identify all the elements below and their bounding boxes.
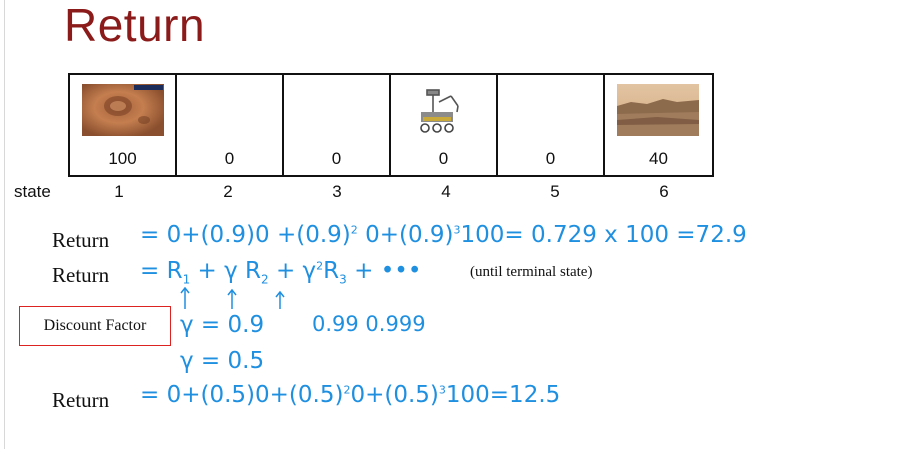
reward-value: 0 [438,149,449,168]
eq1-part: 0+(0.9) [365,222,454,248]
eq3-part: = 0+(0.5)0+(0.5) [140,382,344,408]
state-cell-1: 100 [70,75,177,175]
exponent: 3 [453,223,461,237]
return-label: Return [52,228,110,252]
reward-value: 0 [545,149,556,168]
left-border [4,0,5,449]
state-number: 2 [223,182,233,201]
gamma-value-0-9: γ = 0.9 [180,312,265,338]
return-equation-gamma-0-5: = 0+(0.5)0+(0.5)20+(0.5)3100=12.5 [140,382,560,408]
exponent: 2 [350,223,358,237]
reward-value: 0 [331,149,342,168]
state-row-label: state [14,182,51,201]
eq2-part: = R [140,258,183,284]
state-number: 6 [659,182,669,201]
state-number: 3 [332,182,342,201]
return-label: Return [52,388,110,412]
return-equation-gamma-0-9: = 0+(0.9)0 +(0.9)2 0+(0.9)3100= 0.729 x … [140,222,747,248]
discount-factor-box: Discount Factor [19,306,171,346]
reward-value: 100 [108,149,137,168]
eq3-part: 0+(0.5) [350,382,439,408]
mars-landscape-image [617,84,699,136]
state-number: 5 [550,182,560,201]
state-cell-6: 40 [605,75,712,175]
until-terminal-note: (until terminal state) [470,264,593,280]
reward-value: 0 [224,149,235,168]
state-cell-3: 0 [284,75,391,175]
mars-crater-image [82,84,164,136]
state-cell-5: 0 [498,75,605,175]
eq1-part: = 0+(0.9)0 +(0.9) [140,222,351,248]
eq3-part: 100=12.5 [445,382,561,408]
subscript: 3 [339,272,347,287]
state-cell-4: 0 [391,75,498,175]
state-number: 1 [114,182,124,201]
slide-title: Return [64,0,206,51]
eq1-part: 100= 0.729 x 100 =72.9 [460,222,747,248]
gamma-value-0-5: γ = 0.5 [180,348,265,374]
exponent: 3 [438,383,446,397]
gamma-alternatives: 0.99 0.999 [312,312,426,336]
state-cell-2: 0 [177,75,284,175]
reward-value: 40 [649,149,668,168]
rover-icon [420,89,459,133]
annotation-arrows [180,286,285,309]
state-grid: 100 0 0 0 0 40 [68,73,714,177]
state-number: 4 [441,182,451,201]
exponent: 2 [316,259,324,273]
return-label: Return [52,263,110,287]
